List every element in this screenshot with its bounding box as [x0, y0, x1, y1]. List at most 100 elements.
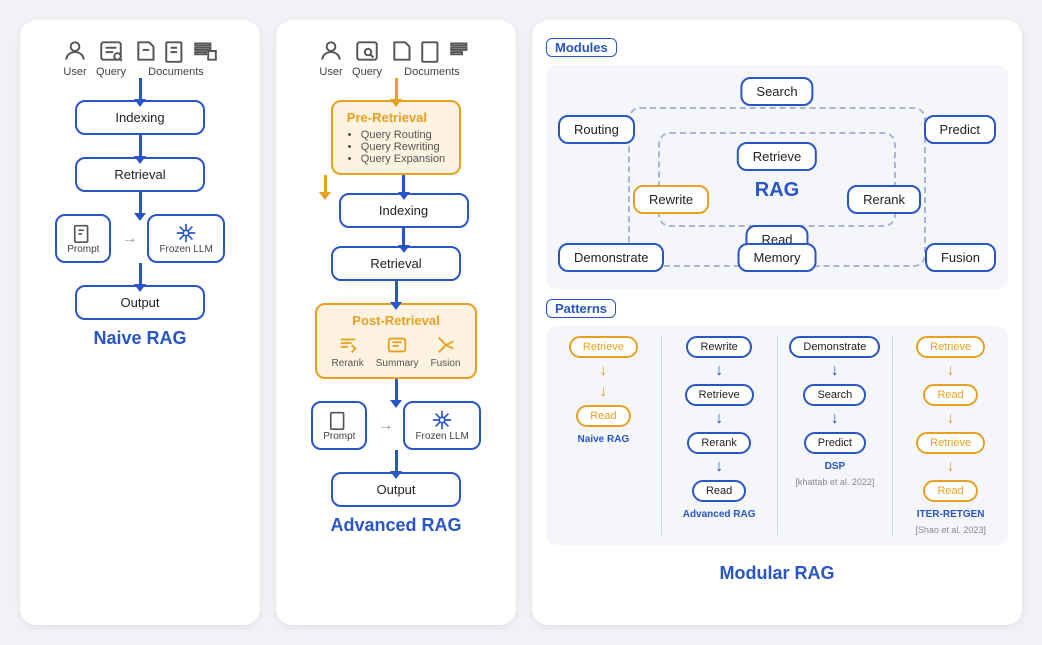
pattern-iter-subtitle: [Shao et al. 2023]	[915, 525, 986, 535]
documents-label: Documents	[148, 66, 204, 78]
patterns-area: Retrieve ↓ ↓ Read Naive RAG Rewrite ↓ Re…	[546, 326, 1008, 545]
adv-split-row: Indexing	[290, 175, 502, 246]
advanced-rag-panel: User Query	[276, 20, 516, 625]
pattern-iter-arrow2: ↓	[947, 411, 955, 427]
advanced-rag-title: Advanced RAG	[330, 515, 461, 536]
pattern-naive-rag: Retrieve ↓ ↓ Read Naive RAG	[554, 336, 653, 535]
routing-module: Routing	[558, 115, 635, 144]
pattern-iter-title: ITER-RETGEN	[917, 509, 985, 520]
pattern-adv-read: Read	[692, 480, 746, 502]
modular-content: Modules Search Routing	[546, 38, 1008, 555]
pattern-naive-arrow2: ↓	[599, 384, 607, 400]
pattern-iter-retgen: Retrieve ↓ Read ↓ Retrieve ↓ Read ITER-R…	[901, 336, 1000, 535]
naive-frozen-label: Frozen LLM	[159, 244, 212, 255]
patterns-section: Patterns Retrieve ↓ ↓ Read Naive RAG Rew…	[546, 299, 1008, 545]
arrow-1	[139, 78, 142, 100]
divider-2	[777, 336, 778, 535]
arrow-3	[139, 192, 142, 214]
pattern-naive-retrieve: Retrieve	[569, 336, 638, 358]
arrow-4	[139, 263, 142, 285]
naive-frozen-box: Frozen LLM	[147, 214, 224, 263]
arrow-2	[139, 135, 142, 157]
modular-rag-panel: Modules Search Routing	[532, 20, 1022, 625]
rag-label: RAG	[755, 179, 799, 202]
adv-user-icon: User	[318, 38, 344, 78]
pattern-iter-read1: Read	[923, 384, 977, 406]
documents-icon-group: Documents	[134, 38, 218, 78]
naive-rag-title: Naive RAG	[93, 328, 186, 349]
divider-1	[661, 336, 662, 535]
pre-retrieval-title: Pre-Retrieval	[347, 110, 445, 125]
adv-arrow-2c	[402, 228, 405, 246]
adv-docs-icon: Documents	[390, 38, 474, 78]
adv-prompt-arrow: →	[377, 417, 393, 435]
user-label: User	[63, 66, 86, 78]
pattern-dsp-arrow1: ↓	[831, 363, 839, 379]
pattern-iter-read2: Read	[923, 480, 977, 502]
adv-frozen-label: Frozen LLM	[415, 431, 468, 442]
pattern-iter-retrieve1: Retrieve	[916, 336, 985, 358]
rerank-icon: Rerank	[331, 334, 363, 369]
modular-rag-title: Modular RAG	[720, 563, 835, 584]
pattern-iter-arrow1: ↓	[947, 363, 955, 379]
adv-arrow-2a	[324, 175, 327, 193]
adv-arrow-3	[395, 281, 398, 303]
summary-icon: Summary	[376, 334, 419, 369]
pattern-dsp-arrow2: ↓	[831, 411, 839, 427]
pre-retrieval-list: Query Routing Query Rewriting Query Expa…	[347, 129, 445, 165]
pattern-naive-read: Read	[576, 405, 630, 427]
naive-prompt-label: Prompt	[67, 244, 99, 255]
naive-prompt-box: Prompt	[55, 214, 111, 263]
pattern-adv-rerank: Rerank	[687, 432, 750, 454]
modules-label: Modules	[546, 38, 617, 57]
post-retrieval-title: Post-Retrieval	[331, 313, 460, 328]
modules-grid: Search Routing Predict Retrieve	[558, 77, 996, 277]
modules-area: Search Routing Predict Retrieve	[546, 65, 1008, 289]
pattern-naive-title: Naive RAG	[578, 434, 630, 445]
rerank-module: Rerank	[847, 185, 921, 214]
adv-right-branch: Indexing	[339, 175, 469, 246]
pattern-adv-arrow2: ↓	[715, 411, 723, 427]
pattern-advanced-rag: Rewrite ↓ Retrieve ↓ Rerank ↓ Read Advan…	[670, 336, 769, 535]
predict-module: Predict	[924, 115, 996, 144]
post-retrieval-box: Post-Retrieval Rerank	[315, 303, 476, 379]
adv-arrow-5	[395, 450, 398, 472]
query-icon-group: Query	[96, 38, 126, 78]
pattern-iter-arrow3: ↓	[947, 459, 955, 475]
adv-arrow-4	[395, 379, 398, 401]
pattern-adv-arrow1: ↓	[715, 363, 723, 379]
pattern-dsp-title: DSP	[825, 461, 846, 472]
naive-rag-flow: User Query	[34, 38, 246, 320]
pattern-dsp-predict: Predict	[804, 432, 866, 454]
modules-section: Modules Search Routing	[546, 38, 1008, 289]
advanced-input-row: User Query	[290, 38, 502, 78]
adv-query-icon: Query	[352, 38, 382, 78]
memory-module: Memory	[738, 243, 817, 272]
naive-input-row: User Query	[34, 38, 246, 78]
pattern-adv-title: Advanced RAG	[683, 509, 756, 520]
pattern-dsp: Demonstrate ↓ Search ↓ Predict DSP [khat…	[786, 336, 885, 535]
adv-left-branch	[324, 175, 327, 193]
pattern-naive-arrow1: ↓	[599, 363, 607, 379]
divider-3	[892, 336, 893, 535]
user-icon-group: User	[62, 38, 88, 78]
query-label: Query	[96, 66, 126, 78]
pattern-dsp-demonstrate: Demonstrate	[789, 336, 880, 358]
adv-prompt-label: Prompt	[323, 431, 355, 442]
pattern-dsp-subtitle: [khattab et al. 2022]	[795, 477, 874, 487]
adv-arrow-2b	[402, 175, 405, 193]
pattern-adv-rewrite: Rewrite	[686, 336, 751, 358]
adv-frozen-box: Frozen LLM	[403, 401, 480, 450]
naive-prompt-frozen: Prompt → Frozen LLM	[55, 214, 225, 263]
naive-rag-panel: User Query	[20, 20, 260, 625]
fusion-icon: Fusion	[431, 334, 461, 369]
pattern-dsp-search: Search	[803, 384, 866, 406]
prompt-arrow: →	[121, 230, 137, 248]
pre-retrieval-box: Pre-Retrieval Query Routing Query Rewrit…	[331, 100, 461, 175]
retrieve-module: Retrieve	[737, 142, 817, 171]
search-module: Search	[740, 77, 813, 106]
adv-retrieval-box: Retrieval	[331, 246, 461, 281]
fusion-module: Fusion	[925, 243, 996, 272]
adv-prompt-box: Prompt	[311, 401, 367, 450]
patterns-label: Patterns	[546, 299, 616, 318]
